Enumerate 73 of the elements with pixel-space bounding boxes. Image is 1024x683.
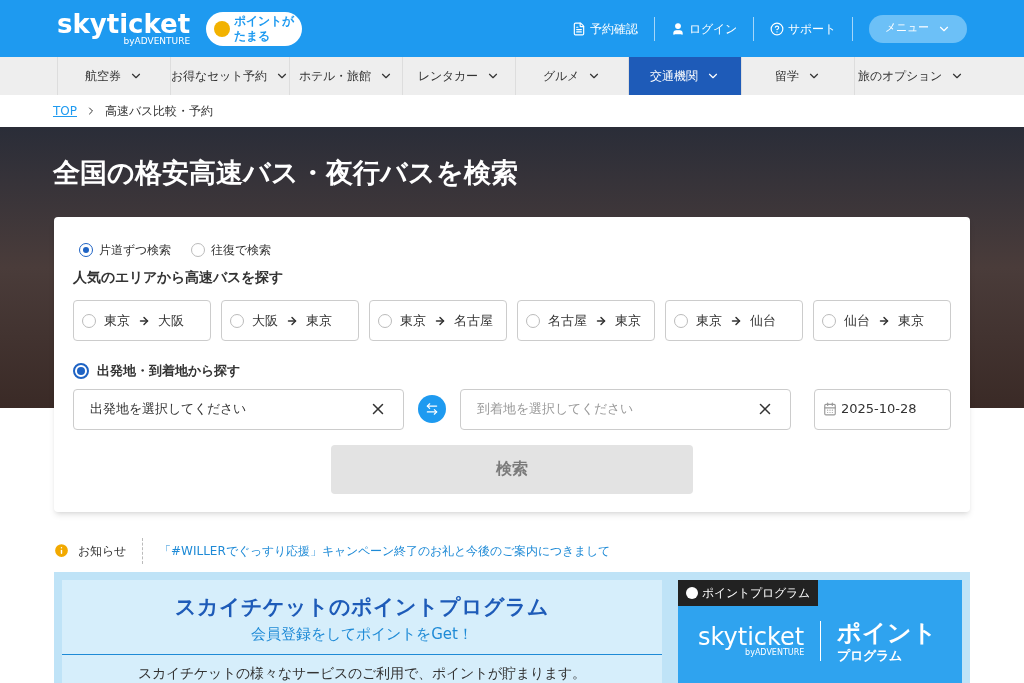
radio-label: 出発地・到着地から探す bbox=[97, 362, 240, 380]
radio-label: 片道ずつ検索 bbox=[99, 242, 171, 259]
badge-text: たまる bbox=[234, 28, 272, 44]
coin-icon bbox=[214, 20, 231, 37]
radio-button[interactable] bbox=[82, 313, 96, 328]
card-title: ポイント bbox=[837, 617, 938, 648]
info-icon bbox=[53, 542, 70, 559]
document-icon bbox=[572, 21, 586, 36]
nav-tab[interactable]: レンタカー bbox=[402, 57, 515, 95]
departure-field[interactable]: 出発地を選択してください bbox=[73, 388, 404, 430]
points-subtitle: 会員登録をしてポイントをGet！ bbox=[251, 624, 473, 645]
radio-button[interactable] bbox=[526, 313, 540, 328]
arrow-right-icon bbox=[878, 314, 890, 327]
badge-text: ポイントが bbox=[234, 13, 295, 29]
arrow-right-icon bbox=[138, 314, 150, 327]
nav-tab[interactable]: お得なセット予約 bbox=[170, 57, 289, 95]
route-to: 名古屋 bbox=[454, 311, 493, 330]
radio-button[interactable] bbox=[822, 313, 836, 328]
arrow-right-icon bbox=[730, 314, 742, 327]
route-option[interactable]: 仙台 東京 bbox=[813, 300, 951, 341]
points-text: スカイチケットの様々なサービスのご利用で、ポイントが貯まります。 bbox=[138, 663, 586, 683]
nav-tab[interactable]: ホテル・旅館 bbox=[289, 57, 402, 95]
points-title: スカイチケットのポイントプログラム bbox=[175, 593, 549, 621]
swap-button[interactable] bbox=[418, 395, 446, 423]
nav-tab[interactable]: 旅のオプション bbox=[854, 57, 967, 95]
notice-link[interactable]: 「#WILLERでぐっすり応援」キャンペーン終了のお礼と今後のご案内につきまして bbox=[159, 541, 610, 560]
arrival-field[interactable]: 到着地を選択してください bbox=[460, 388, 791, 430]
route-option[interactable]: 名古屋 東京 bbox=[517, 300, 655, 341]
breadcrumb-current: 高速バス比較・予約 bbox=[105, 103, 213, 120]
route-from: 東京 bbox=[696, 311, 722, 330]
nav-tab[interactable]: 航空券 bbox=[57, 57, 170, 95]
card-subtitle: プログラム bbox=[837, 647, 904, 664]
help-icon bbox=[770, 21, 784, 36]
date-input[interactable]: 2025-10-28 bbox=[841, 399, 942, 419]
card-logo-subtext: byADVENTURE bbox=[745, 648, 805, 657]
nav-tab[interactable]: 交通機関 bbox=[628, 57, 741, 95]
nav-tab[interactable]: 留学 bbox=[741, 57, 854, 95]
arrow-right-icon bbox=[595, 314, 607, 327]
route-to: 東京 bbox=[306, 311, 332, 330]
radio-button[interactable] bbox=[79, 243, 93, 257]
radio-button[interactable] bbox=[73, 362, 89, 379]
route-option[interactable]: 東京 名古屋 bbox=[369, 300, 507, 341]
radio-button[interactable] bbox=[230, 313, 244, 328]
route-option[interactable]: 大阪 東京 bbox=[221, 300, 359, 341]
arrival-input[interactable]: 到着地を選択してください bbox=[477, 399, 756, 419]
user-icon bbox=[671, 21, 685, 36]
arrow-right-icon bbox=[434, 314, 446, 327]
route-to: 東京 bbox=[898, 311, 924, 330]
date-field[interactable]: 2025-10-28 bbox=[814, 388, 951, 430]
route-to: 大阪 bbox=[158, 311, 184, 330]
route-from: 名古屋 bbox=[548, 311, 587, 330]
route-to: 仙台 bbox=[750, 311, 776, 330]
radio-label: 往復で検索 bbox=[211, 242, 271, 259]
swap-icon bbox=[425, 402, 439, 416]
card-logo: skyticket bbox=[698, 624, 805, 649]
radio-button[interactable] bbox=[191, 243, 205, 257]
route-from: 東京 bbox=[400, 311, 426, 330]
section-heading: 人気のエリアから高速バスを探す bbox=[73, 268, 284, 287]
departure-input[interactable]: 出発地を選択してください bbox=[90, 399, 369, 419]
route-from: 仙台 bbox=[844, 311, 870, 330]
route-to: 東京 bbox=[615, 311, 641, 330]
card-tag: ポイントプログラム bbox=[678, 579, 818, 606]
radio-button[interactable] bbox=[674, 313, 688, 328]
calendar-icon bbox=[823, 402, 837, 416]
radio-button[interactable] bbox=[378, 313, 392, 328]
route-from: 東京 bbox=[104, 311, 130, 330]
route-option[interactable]: 東京 仙台 bbox=[665, 300, 803, 341]
arrow-right-icon bbox=[286, 314, 298, 327]
route-option[interactable]: 東京 大阪 bbox=[73, 300, 211, 341]
notice-label: お知らせ bbox=[78, 537, 143, 564]
route-from: 大阪 bbox=[252, 311, 278, 330]
hero-title: 全国の格安高速バス・夜行バスを検索 bbox=[53, 156, 519, 190]
logo-subtext: byADVENTURE bbox=[123, 37, 191, 46]
